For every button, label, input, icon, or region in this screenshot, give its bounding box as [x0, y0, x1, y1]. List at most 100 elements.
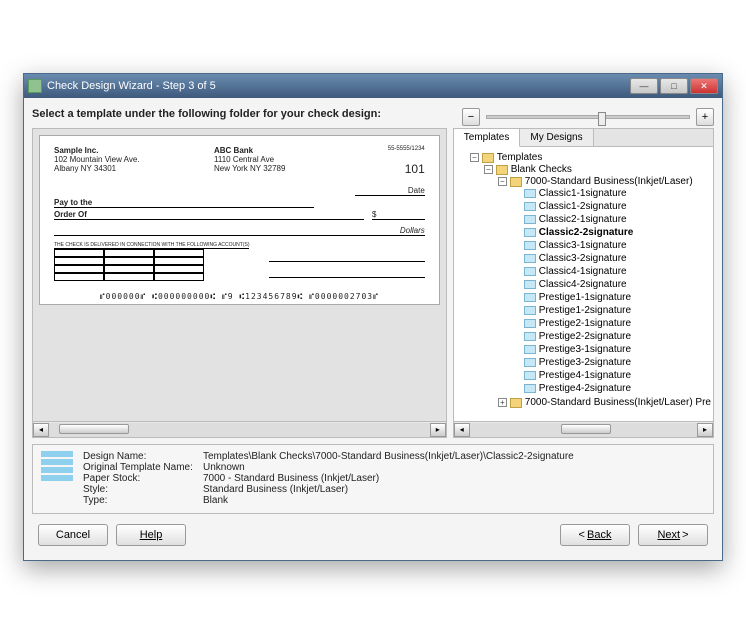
tree-template-item[interactable]: Prestige2-2signature [512, 331, 711, 342]
sender-name: Sample Inc. [54, 146, 214, 155]
template-icon [524, 215, 536, 224]
scroll-left-icon[interactable]: ◂ [33, 423, 49, 437]
tree-item-label: Classic3-2signature [539, 253, 627, 264]
tree-blank[interactable]: Blank Checks [511, 164, 572, 175]
tree-folder1[interactable]: 7000-Standard Business(Inkjet/Laser) [525, 176, 693, 187]
tree-item-label: Classic1-1signature [539, 188, 627, 199]
zoom-slider[interactable] [486, 115, 690, 119]
template-icon [524, 306, 536, 315]
pay-label: Pay to the [54, 198, 92, 207]
template-icon [524, 280, 536, 289]
template-icon [524, 228, 536, 237]
tree-template-item[interactable]: Prestige3-1signature [512, 344, 711, 355]
tree-item-label: Classic1-2signature [539, 201, 627, 212]
tree-item-label: Classic2-2signature [539, 227, 634, 238]
template-icon [524, 189, 536, 198]
tree-item-label: Prestige4-2signature [539, 383, 631, 394]
tree-template-item[interactable]: Classic2-1signature [512, 214, 711, 225]
tree-template-item[interactable]: Classic3-1signature [512, 240, 711, 251]
tree-root[interactable]: Templates [497, 152, 543, 163]
tree-item-label: Prestige2-2signature [539, 331, 631, 342]
bank-addr2: New York NY 32789 [214, 164, 354, 173]
preview-hscroll[interactable]: ◂ ▸ [33, 421, 446, 437]
tree-template-item[interactable]: Classic4-2signature [512, 279, 711, 290]
check-number: 101 [354, 162, 425, 176]
wizard-window: Check Design Wizard - Step 3 of 5 — □ ✕ … [23, 73, 723, 561]
info-thumbnail-icon [41, 451, 73, 507]
cancel-button[interactable]: Cancel [38, 524, 108, 546]
template-tree[interactable]: −Templates −Blank Checks −7000-Standard … [454, 147, 713, 421]
expand-icon[interactable]: − [484, 165, 493, 174]
amount-prefix: $ [372, 210, 376, 219]
tree-item-label: Prestige1-2signature [539, 305, 631, 316]
scroll-thumb[interactable] [59, 424, 129, 434]
value-design-name: Templates\Blank Checks\7000-Standard Bus… [203, 451, 574, 462]
folder-icon [510, 177, 522, 187]
window-title: Check Design Wizard - Step 3 of 5 [47, 80, 630, 92]
label-paper-stock: Paper Stock: [83, 473, 203, 484]
memo-header: THE CHECK IS DELIVERED IN CONNECTION WIT… [54, 242, 249, 249]
label-style: Style: [83, 484, 203, 495]
tree-template-item[interactable]: Prestige4-2signature [512, 383, 711, 394]
tree-template-item[interactable]: Classic1-1signature [512, 188, 711, 199]
sender-addr1: 102 Mountain View Ave. [54, 155, 214, 164]
tree-template-item[interactable]: Prestige2-1signature [512, 318, 711, 329]
instruction-text: Select a template under the following fo… [32, 106, 462, 128]
app-icon [28, 79, 42, 93]
zoom-control: − + [462, 106, 714, 126]
signature-line-1 [269, 252, 424, 262]
micr-line: ⑈000000⑈ ⑆000000000⑆ ⑈9 ⑆123456789⑆ ⑈000… [54, 292, 425, 301]
folder-icon [496, 165, 508, 175]
tree-template-item[interactable]: Classic4-1signature [512, 266, 711, 277]
template-icon [524, 267, 536, 276]
close-button[interactable]: ✕ [690, 78, 718, 94]
tree-template-item[interactable]: Classic3-2signature [512, 253, 711, 264]
scroll-thumb[interactable] [561, 424, 611, 434]
preview-pane: Sample Inc. 102 Mountain View Ave. Alban… [32, 128, 447, 438]
date-label: Date [408, 186, 425, 195]
tree-item-label: Classic4-1signature [539, 266, 627, 277]
template-icon [524, 371, 536, 380]
tree-item-label: Classic2-1signature [539, 214, 627, 225]
help-button[interactable]: Help [116, 524, 186, 546]
tab-mydesigns[interactable]: My Designs [520, 129, 593, 146]
tree-item-label: Prestige1-1signature [539, 292, 631, 303]
signature-line-2 [269, 268, 424, 278]
tree-item-label: Classic4-2signature [539, 279, 627, 290]
tree-template-item[interactable]: Classic1-2signature [512, 201, 711, 212]
order-label: Order Of [54, 210, 87, 219]
template-icon [524, 358, 536, 367]
minimize-button[interactable]: — [630, 78, 658, 94]
tree-template-item[interactable]: Prestige1-2signature [512, 305, 711, 316]
zoom-in-button[interactable]: + [696, 108, 714, 126]
info-panel: Design Name:Templates\Blank Checks\7000-… [32, 444, 714, 514]
zoom-out-button[interactable]: − [462, 108, 480, 126]
tree-item-label: Prestige2-1signature [539, 318, 631, 329]
template-icon [524, 241, 536, 250]
scroll-right-icon[interactable]: ▸ [430, 423, 446, 437]
next-button[interactable]: Next > [638, 524, 708, 546]
scroll-right-icon[interactable]: ▸ [697, 423, 713, 437]
expand-icon[interactable]: − [498, 177, 507, 186]
expand-icon[interactable]: − [470, 153, 479, 162]
titlebar: Check Design Wizard - Step 3 of 5 — □ ✕ [24, 74, 722, 98]
bank-addr1: 1110 Central Ave [214, 155, 354, 164]
tree-template-item[interactable]: Prestige1-1signature [512, 292, 711, 303]
routing-hint: 55-5555/1234 [354, 146, 425, 152]
value-orig-template: Unknown [203, 462, 245, 473]
template-icon [524, 345, 536, 354]
folder-icon [482, 153, 494, 163]
dollars-label: Dollars [54, 226, 425, 236]
back-button[interactable]: < Back [560, 524, 630, 546]
tree-template-item[interactable]: Prestige4-1signature [512, 370, 711, 381]
tree-template-item[interactable]: Prestige3-2signature [512, 357, 711, 368]
maximize-button[interactable]: □ [660, 78, 688, 94]
tree-hscroll[interactable]: ◂ ▸ [454, 421, 713, 437]
expand-icon[interactable]: + [498, 398, 507, 407]
tree-item-label: Prestige4-1signature [539, 370, 631, 381]
scroll-left-icon[interactable]: ◂ [454, 423, 470, 437]
tree-template-item[interactable]: Classic2-2signature [512, 227, 711, 238]
template-icon [524, 319, 536, 328]
tab-templates[interactable]: Templates [454, 129, 521, 147]
tree-folder2[interactable]: 7000-Standard Business(Inkjet/Laser) Pre [525, 397, 711, 408]
